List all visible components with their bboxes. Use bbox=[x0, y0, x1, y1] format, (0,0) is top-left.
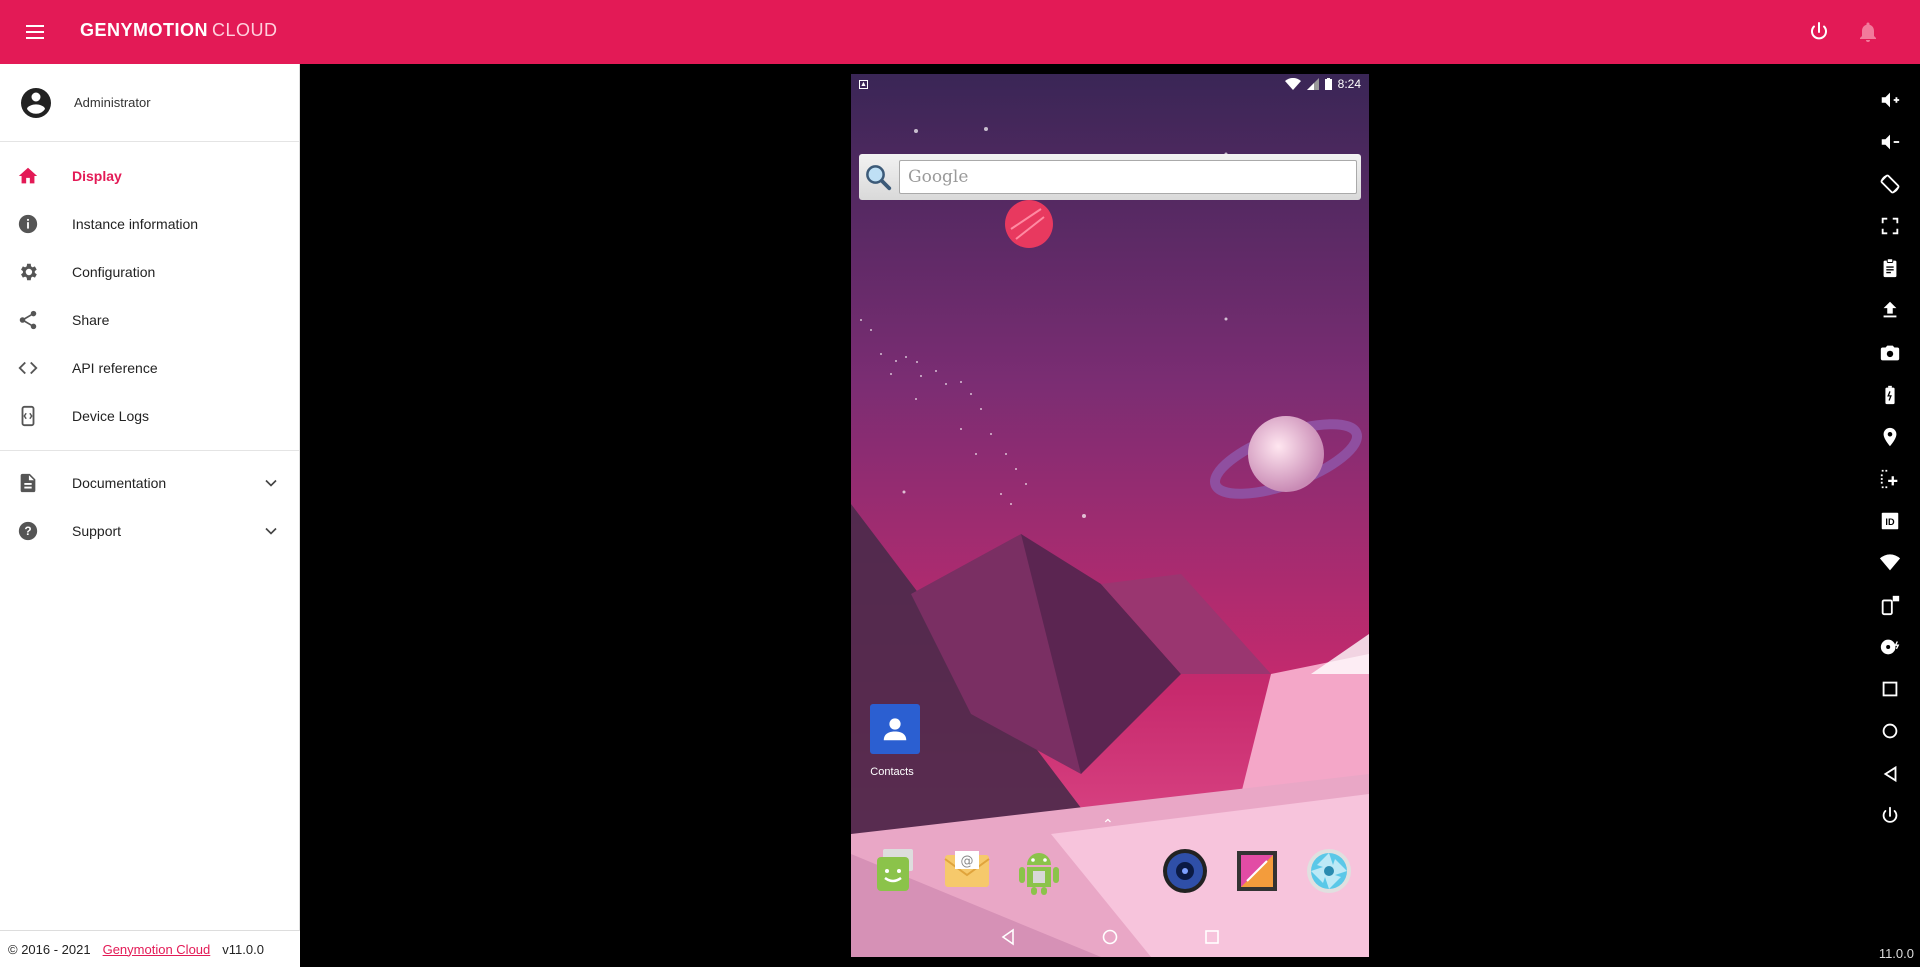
cell-signal-icon bbox=[1306, 78, 1319, 90]
email-app-icon[interactable]: @ bbox=[941, 845, 993, 897]
gps-icon[interactable] bbox=[1876, 423, 1904, 451]
sidebar-item-label: Share bbox=[72, 312, 110, 328]
top-app-bar: GENYMOTION CLOUD bbox=[0, 0, 1920, 64]
recent-apps-icon[interactable] bbox=[1200, 925, 1224, 949]
clipboard-icon[interactable] bbox=[1876, 254, 1904, 282]
music-app-icon[interactable] bbox=[1159, 845, 1211, 897]
share-icon bbox=[16, 308, 40, 332]
home-icon bbox=[16, 164, 40, 188]
genymotion-cloud-link[interactable]: Genymotion Cloud bbox=[103, 942, 211, 957]
messaging-app-icon[interactable] bbox=[869, 845, 921, 897]
brand-suffix: CLOUD bbox=[212, 20, 278, 40]
app-version: 11.0.0 bbox=[1878, 946, 1914, 961]
home-circle-icon[interactable] bbox=[1876, 717, 1904, 745]
upload-icon[interactable] bbox=[1876, 296, 1904, 324]
contacts-icon bbox=[870, 704, 920, 754]
secondary-nav: Documentation ? Support bbox=[0, 451, 299, 555]
home-circle-icon[interactable] bbox=[1098, 925, 1122, 949]
sidebar-footer: © 2016 - 2021 Genymotion Cloud v11.0.0 bbox=[0, 930, 300, 967]
svg-text:@: @ bbox=[961, 854, 974, 869]
gallery-app-icon[interactable] bbox=[1231, 845, 1283, 897]
sidebar: Administrator Display Instance informati… bbox=[0, 64, 300, 967]
sidebar-item-api-reference[interactable]: API reference bbox=[0, 344, 299, 392]
android-status-bar: ▲ 8:24 bbox=[851, 74, 1369, 94]
android-navigation-bar bbox=[851, 917, 1369, 957]
back-icon[interactable] bbox=[1876, 760, 1904, 788]
app-dock: @ bbox=[851, 839, 1369, 911]
sidebar-item-label: Device Logs bbox=[72, 408, 150, 424]
app-drawer-chevron-icon[interactable]: ⌃ bbox=[1102, 816, 1114, 833]
sidebar-item-label: API reference bbox=[72, 360, 158, 376]
recent-apps-icon[interactable] bbox=[1876, 675, 1904, 703]
disk-io-icon[interactable] bbox=[1876, 633, 1904, 661]
contacts-label: Contacts bbox=[870, 766, 914, 778]
search-input[interactable]: Google bbox=[899, 160, 1357, 194]
google-search-widget[interactable]: Google bbox=[859, 154, 1361, 200]
volume-up-icon[interactable] bbox=[1876, 86, 1904, 114]
device-screen[interactable]: ▲ 8:24 Google Contacts ⌃ @ bbox=[851, 74, 1369, 957]
genymotion-app-icon[interactable] bbox=[1013, 845, 1065, 897]
help-icon: ? bbox=[16, 519, 40, 543]
primary-nav: Display Instance information Configurati… bbox=[0, 142, 299, 451]
gear-icon bbox=[16, 260, 40, 284]
svg-text:?: ? bbox=[24, 524, 31, 538]
sidebar-item-documentation[interactable]: Documentation bbox=[0, 459, 299, 507]
power-icon[interactable] bbox=[1876, 802, 1904, 830]
hamburger-menu-icon[interactable] bbox=[22, 20, 48, 44]
copyright-text: © 2016 - 2021 bbox=[8, 941, 91, 957]
sidebar-item-support[interactable]: ? Support bbox=[0, 507, 299, 555]
camera-app-icon[interactable] bbox=[1303, 845, 1355, 897]
search-icon bbox=[866, 165, 892, 191]
sidebar-item-share[interactable]: Share bbox=[0, 296, 299, 344]
device-id-icon[interactable]: ID bbox=[1876, 507, 1904, 535]
chevron-down-icon[interactable] bbox=[261, 473, 281, 493]
multitouch-icon[interactable] bbox=[1876, 465, 1904, 493]
device-toolbar: ID bbox=[1876, 86, 1912, 844]
wifi-signal-icon bbox=[1284, 78, 1301, 90]
sidebar-item-label: Configuration bbox=[72, 264, 156, 280]
notifications-bell-icon[interactable] bbox=[1856, 20, 1880, 44]
rotate-icon[interactable] bbox=[1876, 170, 1904, 198]
battery-icon bbox=[1324, 78, 1332, 90]
code-icon bbox=[16, 356, 40, 380]
document-icon bbox=[16, 471, 40, 495]
contacts-app[interactable]: Contacts bbox=[868, 704, 922, 778]
sidebar-item-display[interactable]: Display bbox=[0, 152, 299, 200]
status-time: 8:24 bbox=[1337, 77, 1361, 91]
sidebar-item-configuration[interactable]: Configuration bbox=[0, 248, 299, 296]
account-circle-icon bbox=[21, 87, 51, 118]
app-title: GENYMOTION CLOUD bbox=[80, 20, 278, 41]
volume-down-icon[interactable] bbox=[1876, 128, 1904, 156]
chevron-down-icon[interactable] bbox=[261, 521, 281, 541]
wifi-icon[interactable] bbox=[1876, 549, 1904, 577]
back-icon[interactable] bbox=[996, 925, 1020, 949]
sidebar-item-device-logs[interactable]: Device Logs bbox=[0, 392, 299, 440]
camera-icon[interactable] bbox=[1876, 339, 1904, 367]
user-section: Administrator bbox=[0, 64, 299, 142]
sidebar-item-label: Documentation bbox=[72, 475, 167, 491]
sidebar-item-label: Instance information bbox=[72, 216, 199, 232]
sidebar-item-label: Display bbox=[72, 168, 122, 184]
sidebar-item-label: Support bbox=[72, 523, 122, 539]
power-icon[interactable] bbox=[1807, 20, 1831, 44]
phone-icon[interactable] bbox=[1876, 591, 1904, 619]
sidebar-item-instance-information[interactable]: Instance information bbox=[0, 200, 299, 248]
info-icon bbox=[16, 212, 40, 236]
brand-name: GENYMOTION bbox=[80, 20, 209, 40]
svg-text:ID: ID bbox=[1885, 517, 1895, 527]
user-name: Administrator bbox=[74, 95, 151, 110]
notification-icon: ▲ bbox=[859, 79, 868, 89]
version-text: v11.0.0 bbox=[222, 941, 264, 957]
battery-icon[interactable] bbox=[1876, 381, 1904, 409]
logs-icon bbox=[16, 404, 40, 428]
fullscreen-icon[interactable] bbox=[1876, 212, 1904, 240]
